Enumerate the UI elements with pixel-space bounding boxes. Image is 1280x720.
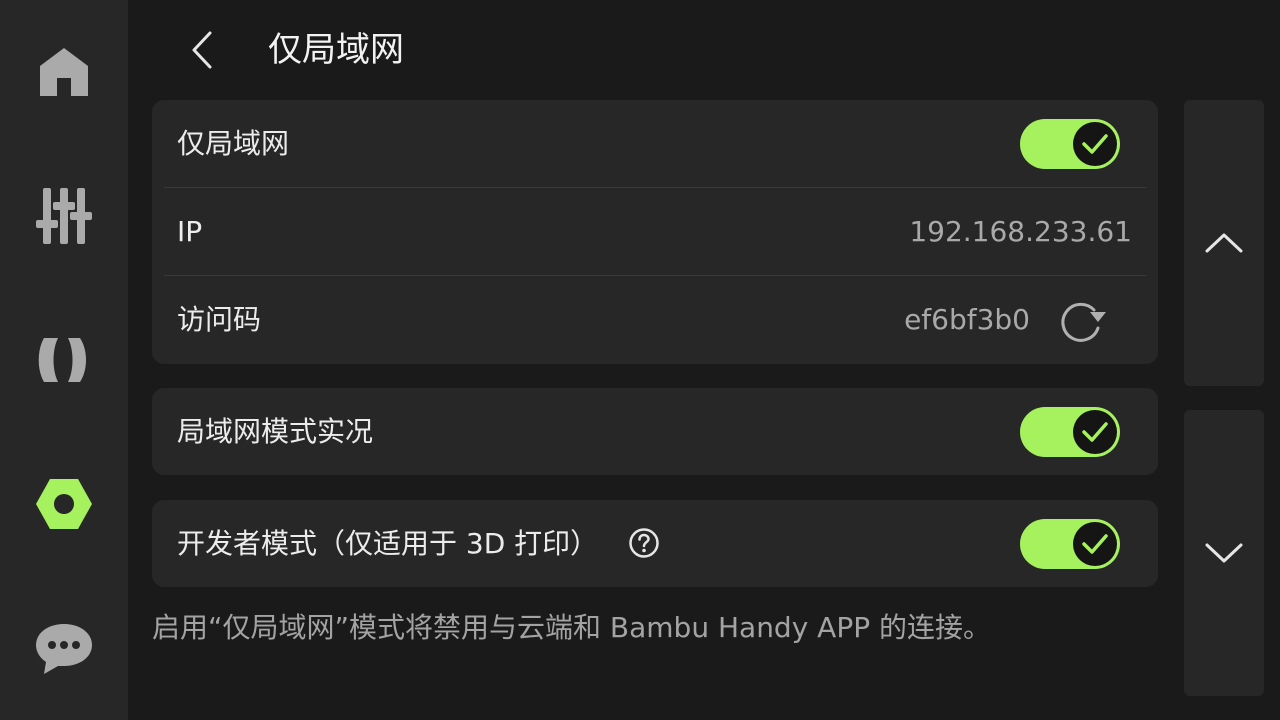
scroll-up-button[interactable] — [1184, 100, 1264, 386]
toggle-knob — [1073, 522, 1117, 566]
lan-only-row: 仅局域网 — [152, 100, 1158, 188]
scroll-down-button[interactable] — [1184, 410, 1264, 696]
settings-icon — [36, 479, 92, 529]
lan-liveview-row: 局域网模式实况 — [152, 388, 1158, 475]
sidebar-item-chat[interactable] — [24, 608, 104, 688]
lan-only-toggle[interactable] — [1020, 119, 1120, 169]
access-code-value: ef6bf3b0 — [904, 303, 1030, 336]
check-icon — [1082, 534, 1108, 554]
ip-label: IP — [177, 215, 203, 248]
developer-mode-toggle[interactable] — [1020, 519, 1120, 569]
lan-settings-card: 仅局域网 IP 192.168.233.61 访问码 ef6bf3b0 — [152, 100, 1158, 364]
toggle-knob — [1073, 122, 1117, 166]
back-button[interactable] — [178, 26, 226, 74]
developer-mode-label: 开发者模式（仅适用于 3D 打印） — [177, 527, 599, 560]
filament-icon — [38, 338, 86, 382]
home-icon — [40, 48, 88, 96]
sidebar-item-settings[interactable] — [24, 464, 104, 544]
controls-icon — [36, 188, 92, 244]
lan-liveview-toggle[interactable] — [1020, 407, 1120, 457]
sidebar — [0, 0, 128, 720]
chevron-down-icon — [1205, 543, 1243, 563]
page-header: 仅局域网 — [152, 0, 1158, 100]
lan-mode-footnote: 启用“仅局域网”模式将禁用与云端和 Bambu Handy APP 的连接。 — [152, 611, 992, 644]
refresh-icon[interactable] — [1054, 296, 1110, 344]
ip-value: 192.168.233.61 — [909, 215, 1132, 248]
chevron-up-icon — [1205, 233, 1243, 253]
sidebar-item-filament[interactable] — [24, 320, 104, 400]
access-code-row: 访问码 ef6bf3b0 — [152, 276, 1158, 364]
toggle-knob — [1073, 410, 1117, 454]
lan-liveview-card: 局域网模式实况 — [152, 388, 1158, 475]
page-title: 仅局域网 — [268, 30, 404, 70]
developer-mode-row: 开发者模式（仅适用于 3D 打印） — [152, 500, 1158, 587]
sidebar-item-home[interactable] — [24, 32, 104, 112]
lan-liveview-label: 局域网模式实况 — [177, 415, 374, 448]
help-icon[interactable] — [628, 527, 660, 559]
check-icon — [1082, 422, 1108, 442]
ip-row: IP 192.168.233.61 — [152, 188, 1158, 276]
developer-mode-card: 开发者模式（仅适用于 3D 打印） — [152, 500, 1158, 587]
lan-only-label: 仅局域网 — [177, 127, 290, 160]
check-icon — [1082, 134, 1108, 154]
sidebar-item-controls[interactable] — [24, 176, 104, 256]
access-code-label: 访问码 — [177, 303, 262, 336]
chevron-left-icon — [192, 31, 212, 69]
chat-icon — [36, 624, 92, 674]
